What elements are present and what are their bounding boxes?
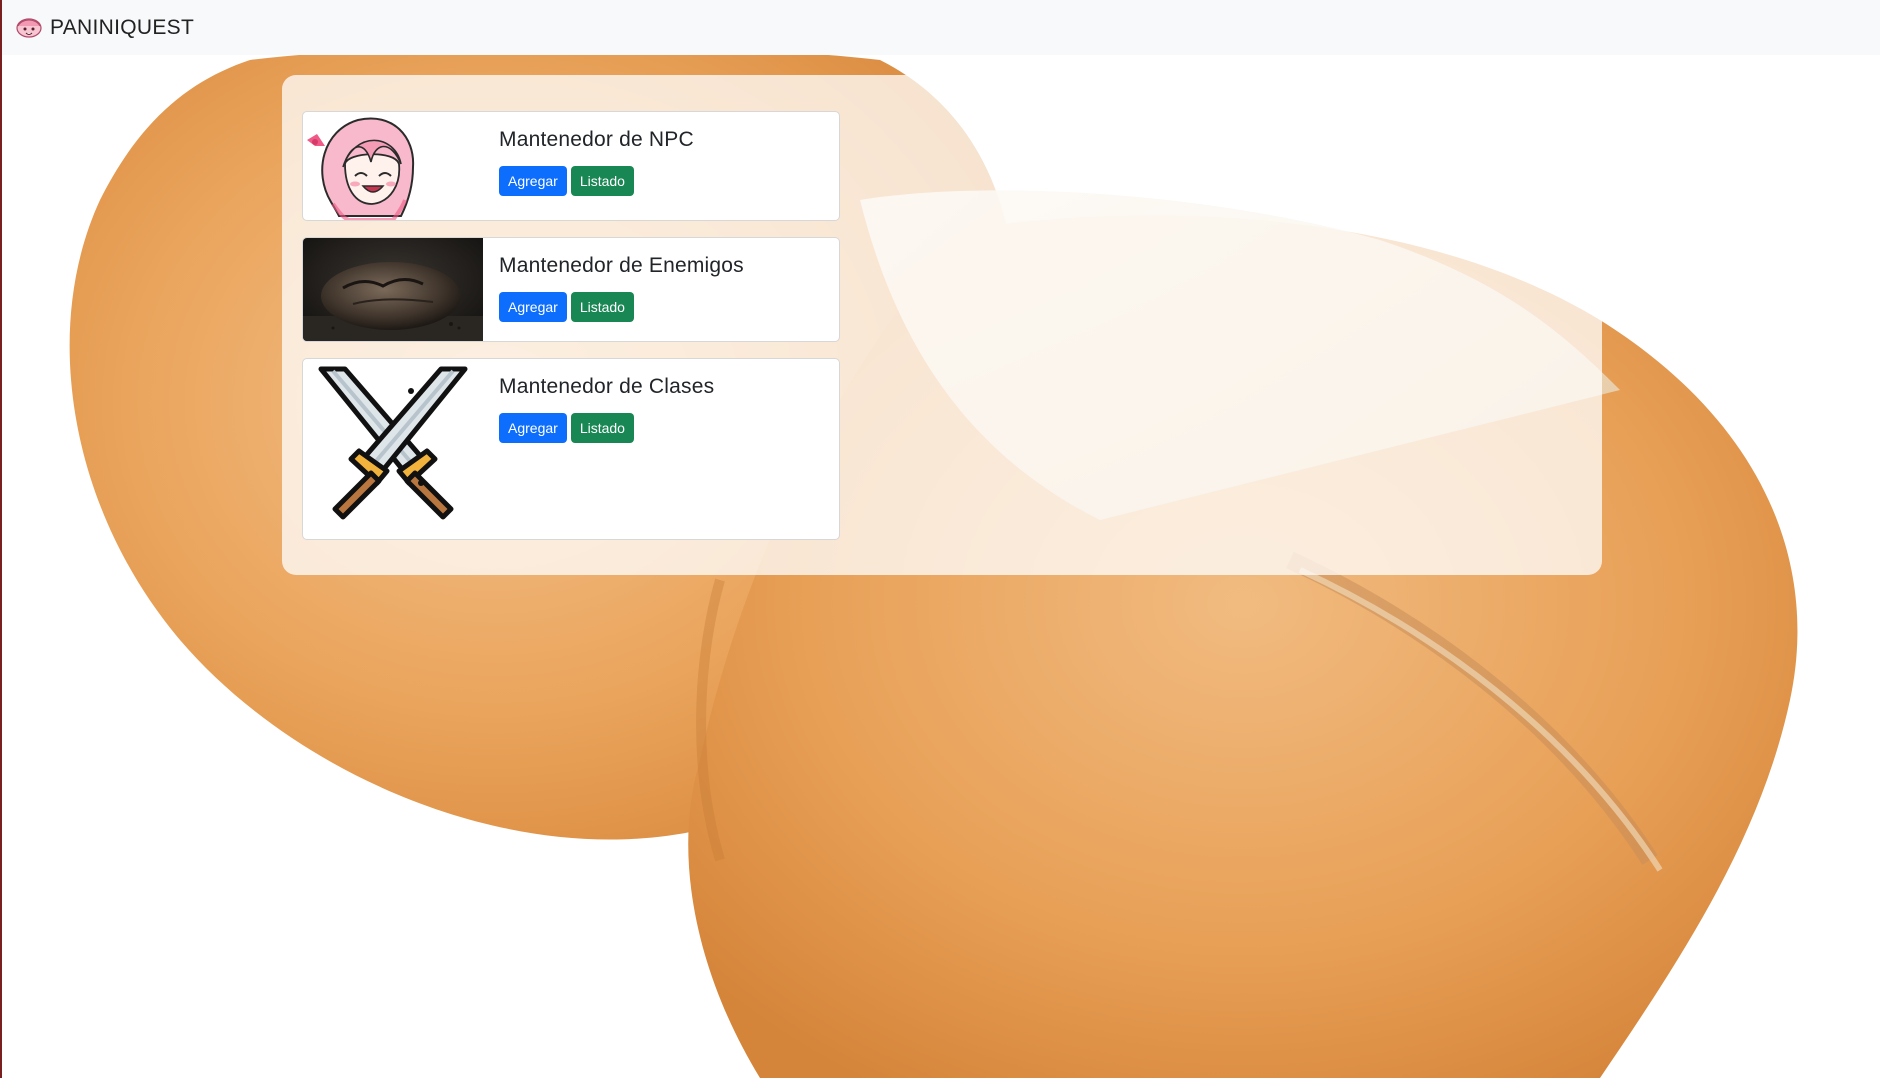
card-enemies-title: Mantenedor de Enemigos xyxy=(499,254,744,277)
top-navbar: PANINIQUEST xyxy=(0,0,1880,55)
navbar-brand[interactable]: PANINIQUEST xyxy=(14,16,194,40)
enemies-add-button[interactable]: Agregar xyxy=(499,292,567,322)
card-classes-body: Mantenedor de Clases Agregar Listado xyxy=(483,359,730,539)
card-npc: Mantenedor de NPC Agregar Listado xyxy=(302,111,840,221)
classes-list-button[interactable]: Listado xyxy=(570,413,634,443)
npc-list-button[interactable]: Listado xyxy=(570,166,634,196)
npc-add-button[interactable]: Agregar xyxy=(499,166,567,196)
card-npc-body: Mantenedor de NPC Agregar Listado xyxy=(483,112,710,220)
card-npc-title: Mantenedor de NPC xyxy=(499,128,694,151)
anime-girl-logo-icon xyxy=(16,17,42,38)
card-enemies-body: Mantenedor de Enemigos Agregar Listado xyxy=(483,238,760,341)
card-classes-title: Mantenedor de Clases xyxy=(499,375,715,398)
card-classes: Mantenedor de Clases Agregar Listado xyxy=(302,358,840,540)
crossed-swords-icon xyxy=(318,366,468,520)
card-classes-image xyxy=(303,359,483,539)
card-enemies-image xyxy=(303,238,483,341)
card-npc-actions: Agregar Listado xyxy=(499,166,694,196)
burnt-bread-icon xyxy=(303,238,483,341)
card-classes-actions: Agregar Listado xyxy=(499,413,714,443)
card-enemies: Mantenedor de Enemigos Agregar Listado xyxy=(302,237,840,342)
classes-add-button[interactable]: Agregar xyxy=(499,413,567,443)
window-edge xyxy=(0,0,2,1078)
brand-title: PANINIQUEST xyxy=(50,15,195,39)
card-enemies-actions: Agregar Listado xyxy=(499,292,744,322)
card-npc-image xyxy=(303,112,483,220)
enemies-list-button[interactable]: Listado xyxy=(570,292,634,322)
anime-girl-icon xyxy=(307,117,415,220)
